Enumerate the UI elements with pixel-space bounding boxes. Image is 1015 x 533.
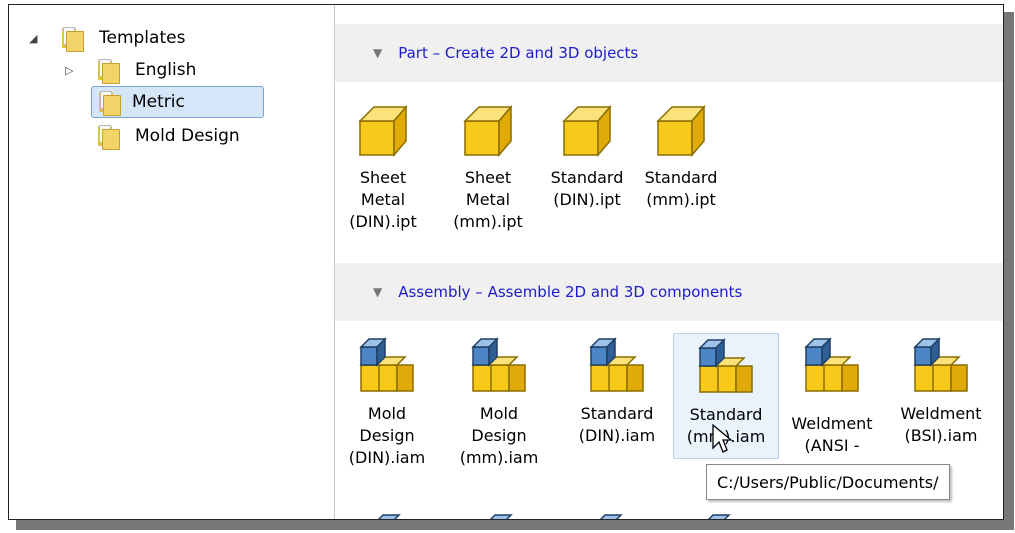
tree-item-mold-design[interactable]: Mold Design [95,121,244,151]
tree-item-label: Mold Design [135,126,240,146]
file-tile-standard-mm-ipt[interactable]: Standard (mm).ipt [635,104,727,211]
mouse-pointer-icon [712,424,732,453]
folder-icon [59,25,84,52]
group-title: Assembly – Assemble 2D and 3D components [398,283,743,301]
next-row-icons-partial [377,514,731,519]
file-tile-standard-din-ipt[interactable]: Standard (DIN).ipt [541,104,633,211]
tree-item-metric[interactable]: Metric [91,86,264,118]
window-shadow-bottom [16,520,1014,530]
template-folder-tree[interactable]: ◢ Templates ▷ English Metric Mold Design [9,5,335,519]
window-shadow-right [1004,12,1014,527]
file-name: Standard (DIN).ipt [550,168,624,209]
file-name: Standard (DIN).iam [578,404,656,445]
file-tile-weldment-bsi-iam[interactable]: Weldment (BSI).iam [891,335,991,447]
folder-icon [95,123,120,150]
file-name: Sheet Metal (mm).ipt [453,168,523,231]
collapse-triangle-icon[interactable]: ▼ [373,46,382,60]
file-tile-mold-design-mm-iam[interactable]: Mold Design (mm).iam [459,335,539,469]
file-tile-standard-din-iam[interactable]: Standard (DIN).iam [569,335,665,447]
part-cube-icon [656,104,706,158]
template-file-list: ▼ Part – Create 2D and 3D objects Sheet … [335,5,1003,519]
file-path-tooltip: C:/Users/Public/Documents/ [706,464,950,500]
assembly-icon [913,337,968,392]
group-title: Part – Create 2D and 3D objects [398,44,639,62]
assembly-icon [804,337,859,392]
group-header-part[interactable]: ▼ Part – Create 2D and 3D objects [335,24,1003,82]
tree-item-label: English [135,60,197,80]
new-file-dialog: ◢ Templates ▷ English Metric Mold Design… [8,4,1004,520]
collapse-arrow-icon[interactable]: ◢ [29,33,37,44]
selection-highlight: Metric [91,86,264,118]
tooltip-text: C:/Users/Public/Documents/ [717,472,939,492]
file-name: Weldment (BSI).iam [900,404,982,445]
file-tile-mold-design-din-iam[interactable]: Mold Design (DIN).iam [347,335,427,469]
folder-icon [95,57,120,84]
part-cube-icon [562,104,612,158]
assembly-icon [359,337,414,392]
group-header-assembly[interactable]: ▼ Assembly – Assemble 2D and 3D componen… [335,263,1003,321]
tree-item-label: Templates [99,28,186,48]
collapse-triangle-icon[interactable]: ▼ [373,285,382,299]
file-tile-sheet-metal-mm-ipt[interactable]: Sheet Metal (mm).ipt [453,104,523,233]
tree-item-english[interactable]: ▷ English [65,55,200,85]
file-tile-sheet-metal-din-ipt[interactable]: Sheet Metal (DIN).ipt [345,104,421,233]
expand-arrow-icon[interactable]: ▷ [65,65,73,76]
assembly-icon [589,337,644,392]
tree-item-templates[interactable]: ◢ Templates [29,23,189,53]
assembly-icon [698,338,753,393]
part-cube-icon [358,104,408,158]
part-cube-icon [463,104,513,158]
file-name: Sheet Metal (DIN).ipt [349,168,417,231]
file-tile-weldment-ansi-iam[interactable]: Weldment (ANSI - [783,335,881,457]
assembly-icon [471,337,526,392]
file-name: Weldment (ANSI - [791,414,873,455]
tree-item-label: Metric [132,92,185,112]
file-name: Standard (mm).ipt [644,168,718,209]
file-name: Mold Design (mm).iam [459,404,539,467]
folder-icon [96,89,121,116]
file-name: Mold Design (DIN).iam [348,404,426,467]
